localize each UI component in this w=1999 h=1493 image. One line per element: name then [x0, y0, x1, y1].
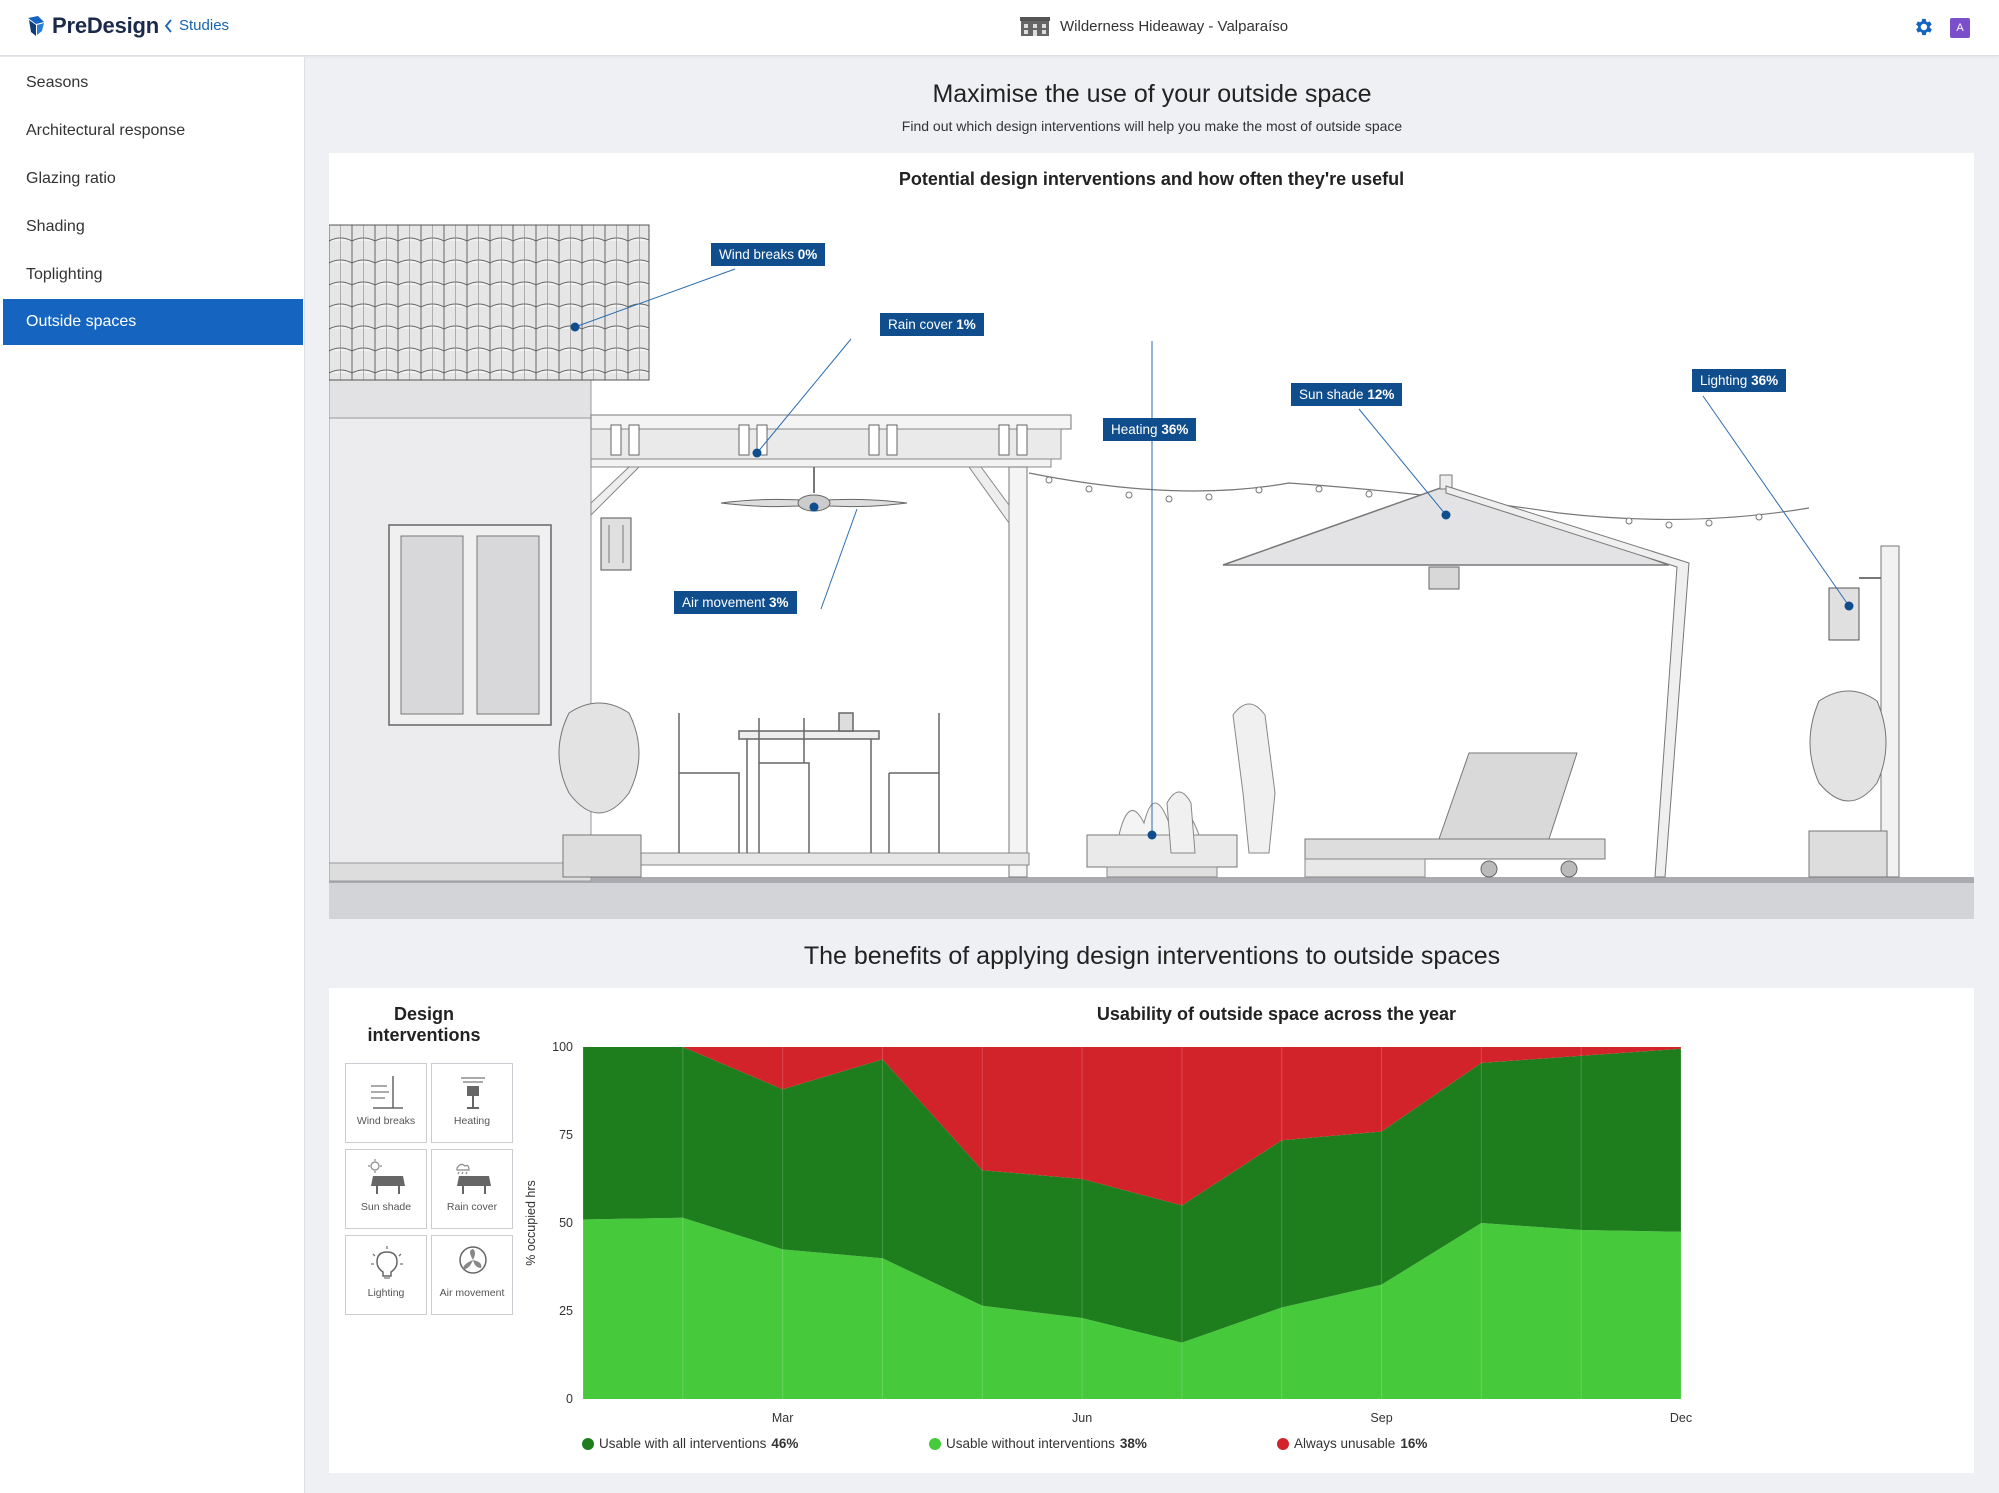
- tag-value: 3%: [769, 595, 789, 610]
- app-logo[interactable]: PreDesign: [26, 13, 159, 39]
- y-axis-label: % occupied hrs: [524, 1180, 538, 1265]
- tag-value: 36%: [1161, 422, 1189, 437]
- tag-leader-lines: [574, 268, 1850, 833]
- tag-air-movement[interactable]: Air movement 3%: [674, 591, 797, 614]
- tag-heating[interactable]: Heating 36%: [1103, 418, 1197, 441]
- pergola-fascia: [590, 428, 1062, 460]
- benefits-title: The benefits of applying design interven…: [803, 942, 1501, 970]
- sidebar-item-toplighting[interactable]: Toplighting: [3, 252, 303, 298]
- wall-lantern: [600, 517, 632, 571]
- tag-label: Heating: [1111, 422, 1158, 437]
- umbrella-heater: [1428, 566, 1460, 590]
- app-logo-text: PreDesign: [52, 13, 160, 38]
- usability-area-chart: 0 25 50 75 100 % occupied hrs Mar Jun Sep Dec: [524, 1040, 1692, 1425]
- fire-pit: [1086, 834, 1238, 868]
- tag-wind-breaks[interactable]: Wind breaks 0%: [711, 243, 826, 266]
- sidebar-item-shading[interactable]: Shading: [3, 204, 303, 250]
- tag-lighting[interactable]: Lighting 36%: [1692, 369, 1787, 392]
- legend-label: Usable with all interventions: [599, 1436, 767, 1451]
- predesign-logo-icon: [28, 16, 44, 36]
- legend-item-usable-without[interactable]: Usable without interventions 38%: [929, 1436, 1147, 1451]
- planter-right: [1808, 830, 1888, 878]
- legend-value: 38%: [1119, 1436, 1147, 1451]
- project-title: Wilderness Hideaway - Valparaíso: [1020, 15, 1288, 37]
- sidebar-item-outside-spaces[interactable]: Outside spaces: [3, 299, 303, 345]
- legend-value: 16%: [1400, 1436, 1428, 1451]
- sidebar-item-architectural-response[interactable]: Architectural response: [3, 108, 303, 154]
- sidebar: Seasons Architectural response Glazing r…: [0, 57, 305, 1493]
- back-to-studies-link[interactable]: Studies: [164, 17, 229, 34]
- pergola-post: [1008, 466, 1028, 878]
- tag-label: Rain cover: [888, 317, 953, 332]
- tag-value: 12%: [1367, 387, 1395, 402]
- page-title: Maximise the use of your outside space: [932, 80, 1372, 108]
- light-post: [1880, 545, 1900, 878]
- y-tick-label: 25: [559, 1304, 573, 1318]
- illustration-title: Potential design interventions and how o…: [898, 169, 1405, 189]
- tag-value: 1%: [956, 317, 976, 332]
- page-subtitle: Find out which design interventions will…: [901, 118, 1403, 134]
- legend-dot: [1277, 1437, 1289, 1450]
- legend-dot: [582, 1437, 594, 1450]
- legend-item-always-unusable[interactable]: Always unusable 16%: [1277, 1436, 1427, 1451]
- legend-label: Always unusable: [1294, 1436, 1396, 1451]
- illustration-card: Potential design interventions and how o…: [329, 153, 1974, 919]
- y-tick-label: 100: [552, 1040, 573, 1054]
- x-tick-label: Dec: [1670, 1411, 1692, 1425]
- y-tick-label: 75: [559, 1128, 573, 1142]
- legend-dot: [929, 1437, 941, 1450]
- post-lantern: [1828, 587, 1860, 641]
- tag-value: 0%: [797, 247, 818, 262]
- pergola-lower-beam: [590, 458, 1052, 468]
- sun-lounger: [1304, 838, 1606, 860]
- project-name: Wilderness Hideaway - Valparaíso: [1060, 17, 1289, 35]
- tag-value: 36%: [1751, 373, 1779, 388]
- benefits-card: Design interventions Wind breaks Heating: [329, 988, 1974, 1473]
- roof-tiles: [329, 224, 650, 381]
- pergola-brace-right: [968, 466, 1010, 525]
- sidebar-item-seasons[interactable]: Seasons: [3, 60, 303, 106]
- legend-label: Usable without interventions: [946, 1436, 1115, 1451]
- chevron-left-icon: [164, 18, 172, 33]
- wall-plinth: [329, 862, 592, 882]
- planter-left: [562, 834, 642, 878]
- person-adult: [1232, 703, 1276, 854]
- tag-label: Wind breaks: [719, 247, 795, 262]
- y-tick-label: 0: [566, 1392, 573, 1406]
- x-tick-label: Sep: [1370, 1411, 1392, 1425]
- top-bar: PreDesign Studies Wilderness Hideaway - …: [0, 0, 1999, 56]
- tag-markers: [570, 322, 1854, 840]
- y-tick-label: 50: [559, 1216, 573, 1230]
- ground: [329, 881, 1974, 919]
- back-link-label: Studies: [179, 17, 230, 34]
- x-tick-label: Jun: [1072, 1411, 1092, 1425]
- building-icon: [1020, 17, 1050, 36]
- legend-value: 46%: [771, 1436, 799, 1451]
- tag-label: Sun shade: [1299, 387, 1364, 402]
- legend-item-usable-with-all[interactable]: Usable with all interventions 46%: [582, 1436, 798, 1451]
- pergola-brace-left: [590, 466, 641, 517]
- tag-label: Lighting: [1700, 373, 1748, 388]
- tag-label: Air movement: [682, 595, 766, 610]
- outdoor-scene-illustration: [329, 224, 1974, 919]
- sidebar-item-glazing-ratio[interactable]: Glazing ratio: [3, 156, 303, 202]
- tag-sun-shade[interactable]: Sun shade 12%: [1291, 383, 1403, 406]
- deck: [576, 852, 1030, 866]
- wall-band: [329, 377, 592, 419]
- x-tick-label: Mar: [772, 1411, 794, 1425]
- shrub-right: [1809, 690, 1887, 802]
- settings-gear-icon[interactable]: [1912, 16, 1934, 38]
- tag-rain-cover[interactable]: Rain cover 1%: [880, 313, 984, 336]
- door-panel-left: [400, 535, 464, 715]
- person-child: [1166, 791, 1196, 854]
- dining-set: [678, 712, 940, 853]
- user-avatar[interactable]: A: [1950, 18, 1970, 38]
- sun-umbrella-canopy: [1222, 485, 1670, 566]
- door-panel-right: [476, 535, 540, 715]
